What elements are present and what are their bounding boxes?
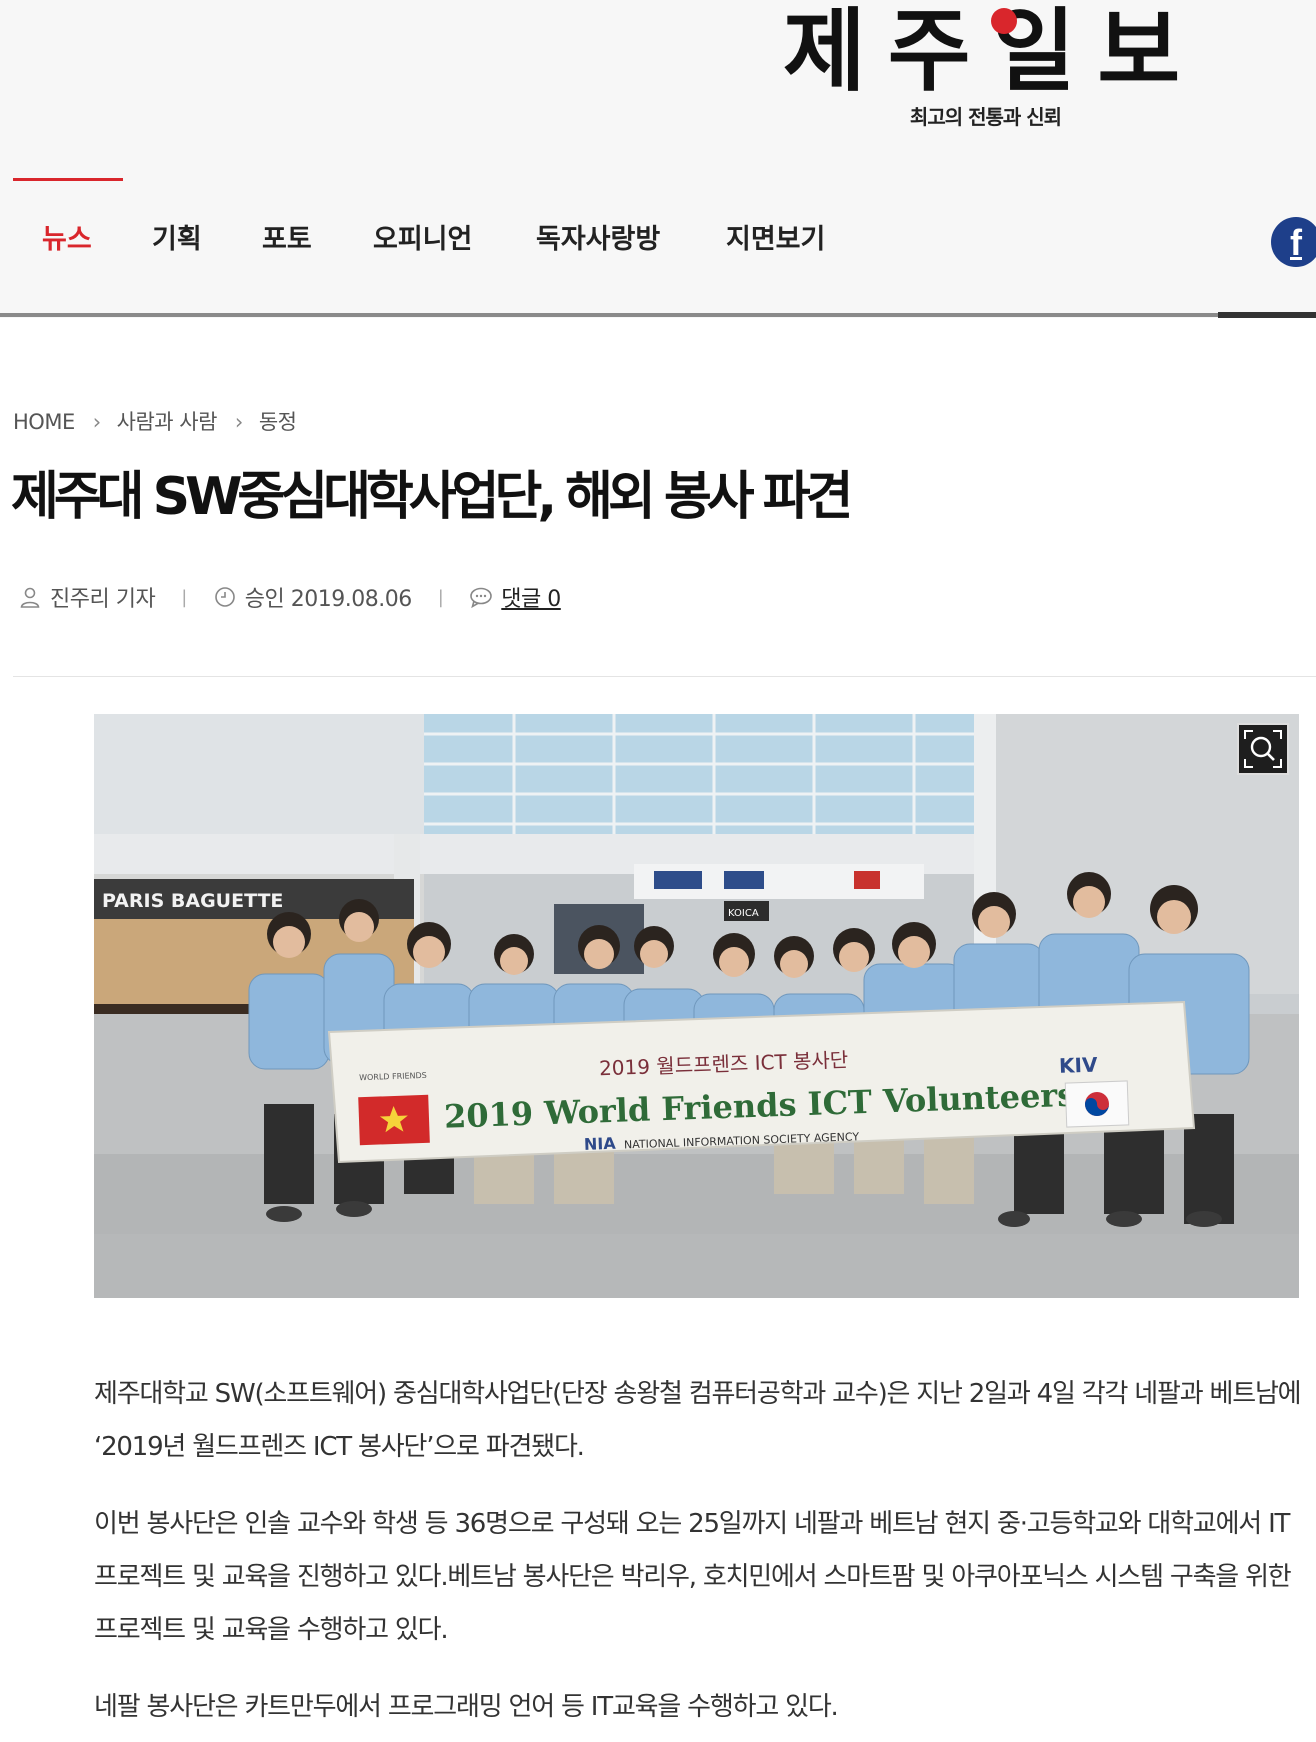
site-header: 제주일보 최고의 전통과 신뢰 뉴스 기획 포토 오피니언 독자사랑방 지면보기… xyxy=(0,0,1316,318)
facebook-icon[interactable]: f xyxy=(1271,217,1316,267)
comment-icon xyxy=(470,587,493,609)
nav-item-planning[interactable]: 기획 xyxy=(152,210,202,270)
nav-item-news[interactable]: 뉴스 xyxy=(42,210,92,270)
nav-item-opinion[interactable]: 오피니언 xyxy=(373,210,472,270)
shop-sign: PARIS BAGUETTE xyxy=(102,890,283,912)
magnifier-icon xyxy=(1244,730,1282,768)
header-divider-accent xyxy=(1218,312,1316,318)
chevron-right-icon: › xyxy=(234,410,243,434)
header-divider xyxy=(0,313,1316,317)
article-body: 제주대학교 SW(소프트웨어) 중심대학사업단(단장 송왕철 컴퓨터공학과 교수… xyxy=(94,1368,1304,1742)
user-icon xyxy=(20,587,40,608)
breadcrumb: HOME › 사람과 사람 › 동정 xyxy=(13,406,297,436)
banner-agency-abbr: NIA xyxy=(584,1134,617,1154)
clock-icon xyxy=(214,587,235,607)
nav-item-photo[interactable]: 포토 xyxy=(262,210,312,270)
meta-divider-line xyxy=(13,676,1316,677)
chevron-right-icon: › xyxy=(92,410,101,434)
nav-active-indicator xyxy=(13,178,123,181)
counter-sign: KOICA xyxy=(728,908,759,919)
breadcrumb-home[interactable]: HOME xyxy=(13,410,75,434)
article-author: 진주리 기자 xyxy=(50,587,156,612)
banner-logo-right: KIV xyxy=(1059,1053,1099,1078)
comments-link[interactable]: 댓글 0 xyxy=(501,581,561,613)
logo-tagline: 최고의 전통과 신뢰 xyxy=(909,105,1062,129)
meta-divider: | xyxy=(181,586,187,608)
site-logo[interactable]: 제주일보 최고의 전통과 신뢰 xyxy=(783,0,1203,130)
article-paragraph: 네팔 봉사단은 카트만두에서 프로그래밍 언어 등 IT교육을 수행하고 있다. xyxy=(94,1692,839,1722)
article-photo[interactable]: PARIS BAGUETTE KOICA 2019 월드프렌즈 ICT 봉사단 … xyxy=(94,714,1299,1298)
article-date: 승인 2019.08.06 xyxy=(244,587,412,612)
logo-red-dot xyxy=(991,8,1017,34)
article-paragraph: 이번 봉사단은 인솔 교수와 학생 등 36명으로 구성돼 오는 25일까지 네… xyxy=(94,1509,1292,1645)
meta-divider: | xyxy=(437,586,444,608)
nav-item-readers[interactable]: 독자사랑방 xyxy=(536,210,660,270)
nav-item-epaper[interactable]: 지면보기 xyxy=(726,210,825,270)
article-meta: 진주리 기자 | 승인 2019.08.06 | 댓글 0 xyxy=(18,580,561,614)
group-photo-illustration: PARIS BAGUETTE KOICA 2019 월드프렌즈 ICT 봉사단 … xyxy=(94,714,1299,1298)
breadcrumb-section[interactable]: 사람과 사람 xyxy=(117,410,218,434)
article-paragraph: 제주대학교 SW(소프트웨어) 중심대학사업단(단장 송왕철 컴퓨터공학과 교수… xyxy=(94,1379,1302,1462)
logo-wordmark: 제주일보 xyxy=(783,0,1203,104)
zoom-button[interactable] xyxy=(1237,723,1289,775)
breadcrumb-subsection[interactable]: 동정 xyxy=(259,410,297,434)
article-title: 제주대 SW중심대학사업단, 해외 봉사 파견 xyxy=(11,467,853,527)
